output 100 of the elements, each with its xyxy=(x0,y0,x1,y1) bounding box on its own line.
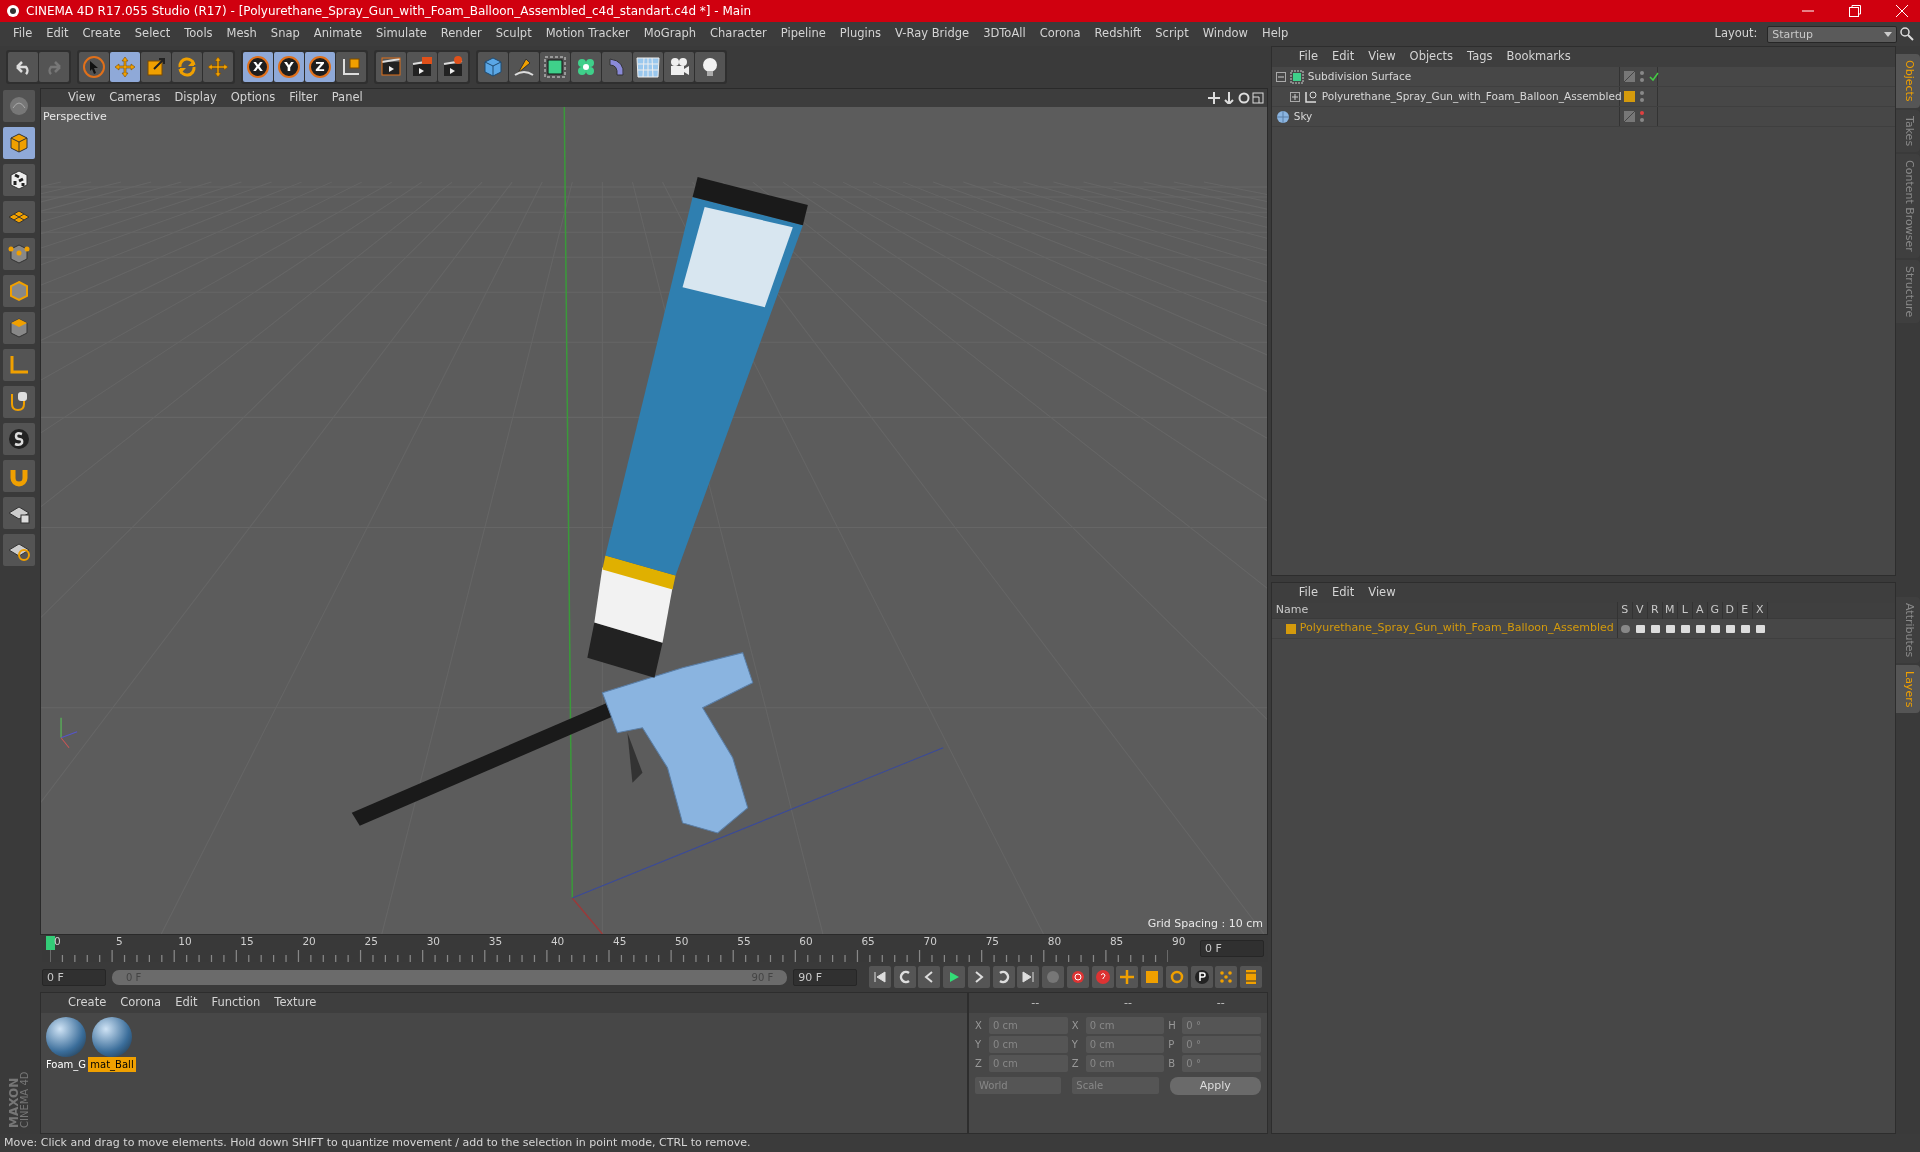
visibility-dots-icon[interactable] xyxy=(1638,110,1645,123)
collapse-toggle-icon[interactable] xyxy=(1275,71,1286,82)
viewport-menu-item[interactable]: Cameras xyxy=(102,89,168,107)
end-frame-field[interactable]: 90 F xyxy=(793,968,858,986)
menu-item[interactable]: Plugins xyxy=(832,25,889,43)
menu-item[interactable]: Render xyxy=(433,25,489,43)
visibility-toggle-icon[interactable] xyxy=(1623,71,1635,82)
layout-dropdown[interactable]: Startup xyxy=(1767,25,1898,43)
close-icon[interactable] xyxy=(1895,4,1909,18)
grid-snap-tool-button[interactable] xyxy=(3,534,35,566)
menu-item[interactable]: Motion Tracker xyxy=(538,25,637,43)
material-menu-item[interactable]: Corona xyxy=(113,994,169,1012)
zoom-icon[interactable] xyxy=(1222,92,1235,104)
menu-item[interactable]: Window xyxy=(1195,25,1255,43)
points-button[interactable] xyxy=(1215,966,1238,988)
material-name[interactable]: Foam_G xyxy=(43,1057,89,1072)
object-name[interactable]: Polyurethane_Spray_Gun_with_Foam_Balloon_Assembled xyxy=(1321,88,1622,105)
menu-item[interactable]: Animate xyxy=(306,25,369,43)
go-start-button[interactable] xyxy=(868,966,891,988)
menu-item[interactable]: Corona xyxy=(1032,25,1088,43)
object-menu-item[interactable]: Tags xyxy=(1460,48,1500,66)
menu-item[interactable]: Create xyxy=(75,25,128,43)
material-preview[interactable] xyxy=(46,1017,86,1057)
menu-item[interactable]: File xyxy=(6,25,40,43)
viewport-menu-item[interactable]: View xyxy=(61,89,103,107)
floor-tool-button[interactable] xyxy=(633,52,663,82)
layer-name[interactable]: Polyurethane_Spray_Gun_with_Foam_Balloon_Assembled xyxy=(1299,620,1614,637)
undo-tool-button[interactable] xyxy=(8,52,38,82)
render-settings-tool-button[interactable] xyxy=(438,52,468,82)
select-tool-button[interactable] xyxy=(79,52,109,82)
grid-lock-tool-button[interactable] xyxy=(3,497,35,529)
axis-lock-button[interactable]: Y xyxy=(274,52,304,82)
subdiv-tool-button[interactable] xyxy=(540,52,570,82)
material-menu-item[interactable]: Function xyxy=(204,994,268,1012)
play-button[interactable] xyxy=(943,966,965,988)
material-name[interactable]: mat_Ball xyxy=(88,1057,136,1072)
layer-menu-item[interactable]: File xyxy=(1291,584,1325,602)
render-tool-button[interactable] xyxy=(407,52,437,82)
menu-item[interactable]: Simulate xyxy=(369,25,434,43)
polygons-tool-button[interactable] xyxy=(3,312,35,344)
object-menu-item[interactable]: File xyxy=(1291,48,1325,66)
axis-lock-button[interactable]: X xyxy=(243,52,273,82)
menu-item[interactable]: Snap xyxy=(263,25,307,43)
pan-icon[interactable] xyxy=(1208,92,1220,104)
search-icon[interactable] xyxy=(1900,27,1914,41)
move-button[interactable] xyxy=(1116,966,1139,988)
axis-tool-button[interactable] xyxy=(3,349,35,381)
object-menu-item[interactable]: Bookmarks xyxy=(1499,48,1578,66)
texture-tool-button[interactable] xyxy=(3,164,35,196)
orbit-icon[interactable] xyxy=(1237,92,1250,104)
menu-item[interactable]: Character xyxy=(703,25,774,43)
loop-button[interactable] xyxy=(893,966,916,988)
parameter-button[interactable] xyxy=(1190,966,1213,988)
rotate-tool-button[interactable] xyxy=(172,52,202,82)
material-menu-item[interactable]: Texture xyxy=(267,994,324,1012)
points-tool-button[interactable] xyxy=(3,238,35,270)
visibility-dots-icon[interactable] xyxy=(1638,70,1645,83)
cube-tool-button[interactable] xyxy=(478,52,508,82)
workplane-tool-button[interactable] xyxy=(3,201,35,233)
menu-item[interactable]: Select xyxy=(127,25,178,43)
snap-tool-button[interactable] xyxy=(3,423,35,455)
menu-item[interactable]: Mesh xyxy=(219,25,264,43)
object-menu-item[interactable]: Objects xyxy=(1402,48,1461,66)
model-tool-button[interactable] xyxy=(3,127,35,159)
apply-button[interactable]: Apply xyxy=(1169,1076,1261,1095)
repeat-button[interactable] xyxy=(992,966,1015,988)
render-view-tool-button[interactable] xyxy=(376,52,406,82)
menu-item[interactable]: 3DToAll xyxy=(976,25,1033,43)
step-forward-button[interactable] xyxy=(967,966,990,988)
side-tab[interactable]: Objects xyxy=(1896,54,1920,108)
timeline-button[interactable] xyxy=(1240,966,1262,988)
axis-lock-button[interactable]: Z xyxy=(305,52,335,82)
menu-item[interactable]: MoGraph xyxy=(636,25,704,43)
layer-menu-item[interactable]: Edit xyxy=(1325,584,1362,602)
object-menu-item[interactable]: Edit xyxy=(1325,48,1362,66)
restore-icon[interactable] xyxy=(1848,4,1862,18)
menu-item[interactable]: Pipeline xyxy=(773,25,833,43)
tweak-tool-button[interactable] xyxy=(3,386,35,418)
coords-tool-button[interactable] xyxy=(336,52,366,82)
material-menu-item[interactable]: Create xyxy=(61,994,114,1012)
pen-tool-button[interactable] xyxy=(509,52,539,82)
magnet-tool-button[interactable] xyxy=(3,460,35,492)
menu-item[interactable]: Script xyxy=(1148,25,1196,43)
go-end-button[interactable] xyxy=(1017,966,1040,988)
view-layout-icon[interactable] xyxy=(1252,92,1265,104)
viewport-menu-item[interactable]: Display xyxy=(167,89,224,107)
record-button[interactable] xyxy=(1066,966,1089,988)
visibility-toggle-icon[interactable] xyxy=(1623,111,1635,122)
rotate-button[interactable] xyxy=(1165,966,1188,988)
move-tool-button[interactable] xyxy=(203,52,233,82)
menu-item[interactable]: Redshift xyxy=(1087,25,1149,43)
viewport-menu-item[interactable]: Panel xyxy=(324,89,370,107)
menu-item[interactable]: V-Ray Bridge xyxy=(888,25,977,43)
edges-tool-button[interactable] xyxy=(3,275,35,307)
light-tool-button[interactable] xyxy=(695,52,725,82)
side-tab[interactable]: Layers xyxy=(1896,665,1920,714)
layer-menu-item[interactable]: View xyxy=(1361,584,1403,602)
enabled-check-icon[interactable] xyxy=(1648,71,1659,82)
start-frame-field[interactable]: 0 F xyxy=(42,968,106,986)
visibility-dots-icon[interactable] xyxy=(1638,90,1645,103)
